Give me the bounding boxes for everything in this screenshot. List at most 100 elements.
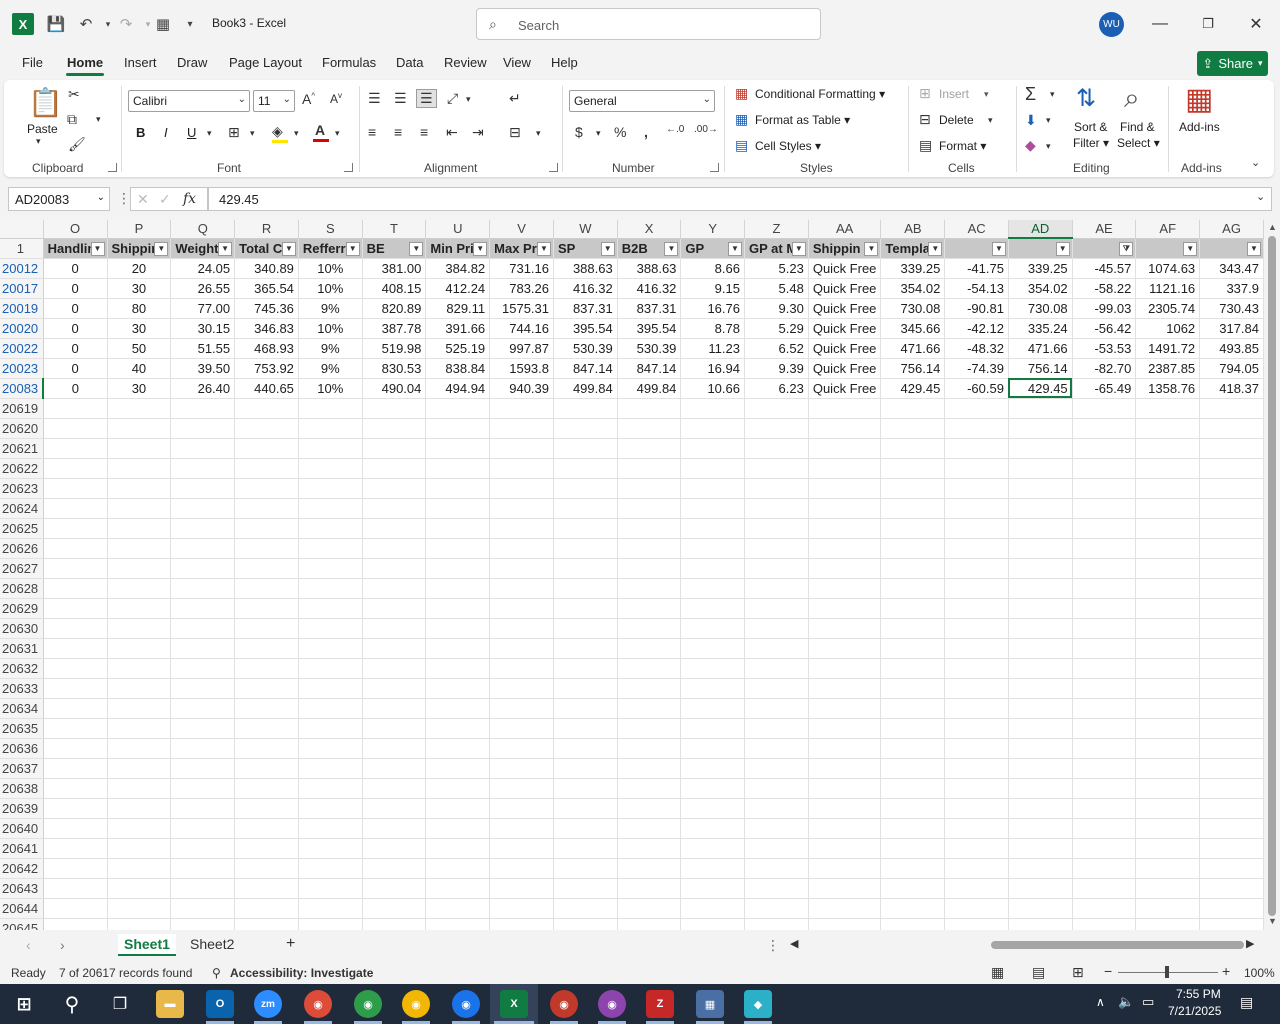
cell[interactable] xyxy=(489,438,554,459)
row-header[interactable]: 20644 xyxy=(0,898,44,919)
cell[interactable] xyxy=(617,538,682,559)
cell[interactable] xyxy=(744,518,809,539)
table-header-cell[interactable]: Templat ▼ xyxy=(880,238,946,259)
cell[interactable] xyxy=(680,458,745,479)
cell[interactable] xyxy=(944,538,1009,559)
clock-date[interactable]: 7/21/2025 xyxy=(1168,1004,1221,1018)
cell[interactable] xyxy=(298,858,363,879)
cell[interactable] xyxy=(617,758,682,779)
undo-icon[interactable]: ↶ xyxy=(74,12,98,36)
cell[interactable] xyxy=(425,438,491,459)
windows-start-icon[interactable]: ⊞ xyxy=(10,990,38,1018)
cell[interactable] xyxy=(1135,558,1201,579)
cell[interactable] xyxy=(170,678,236,699)
copy-dropdown-icon[interactable]: ▾ xyxy=(96,114,101,125)
cell[interactable] xyxy=(553,638,618,659)
font-launcher-icon[interactable] xyxy=(344,163,353,172)
cell[interactable] xyxy=(362,558,427,579)
row-header[interactable]: 20023 xyxy=(0,358,44,379)
cell[interactable] xyxy=(744,618,809,639)
cell[interactable] xyxy=(1072,518,1137,539)
cell[interactable] xyxy=(1008,818,1073,839)
cell[interactable] xyxy=(617,438,682,459)
cell[interactable] xyxy=(880,578,946,599)
cell[interactable] xyxy=(1072,478,1137,499)
cell[interactable]: 16.76 xyxy=(680,298,745,319)
vertical-scrollbar[interactable]: ▲ ▼ xyxy=(1264,220,1280,930)
cell[interactable] xyxy=(1008,878,1073,899)
cell[interactable] xyxy=(808,478,882,499)
cell[interactable]: Quick Free xyxy=(808,358,882,379)
cell[interactable] xyxy=(234,558,299,579)
cell[interactable]: 2387.85 xyxy=(1135,358,1201,379)
cell[interactable] xyxy=(808,498,882,519)
cell[interactable] xyxy=(1072,738,1137,759)
cell[interactable] xyxy=(425,418,491,439)
cell[interactable]: 6.23 xyxy=(744,378,809,399)
scroll-thumb[interactable] xyxy=(1268,236,1276,916)
cell[interactable] xyxy=(880,918,946,930)
cell[interactable] xyxy=(1199,598,1264,619)
cell[interactable] xyxy=(234,838,299,859)
tab-review[interactable]: Review xyxy=(444,55,487,70)
cell[interactable] xyxy=(1199,438,1264,459)
currency-dropdown-icon[interactable]: ▾ xyxy=(596,128,601,139)
cell[interactable] xyxy=(362,638,427,659)
cell[interactable] xyxy=(234,418,299,439)
table-header-cell[interactable]: ▼ xyxy=(944,238,1009,259)
cell[interactable] xyxy=(1199,718,1264,739)
cell[interactable]: 80 xyxy=(107,298,172,319)
cell[interactable] xyxy=(1199,418,1264,439)
cell[interactable] xyxy=(43,818,108,839)
column-header-p[interactable]: P xyxy=(107,220,172,239)
cell[interactable] xyxy=(617,738,682,759)
cell[interactable] xyxy=(617,918,682,930)
cell[interactable]: 9.30 xyxy=(744,298,809,319)
cell[interactable] xyxy=(944,678,1009,699)
cell[interactable] xyxy=(425,918,491,930)
cell[interactable] xyxy=(43,558,108,579)
cell[interactable] xyxy=(944,558,1009,579)
cell[interactable] xyxy=(170,538,236,559)
cell[interactable]: 1121.16 xyxy=(1135,278,1201,299)
cell[interactable] xyxy=(1199,558,1264,579)
cell[interactable] xyxy=(170,578,236,599)
cell[interactable] xyxy=(1008,478,1073,499)
cell[interactable] xyxy=(1072,498,1137,519)
cell[interactable]: -65.49 xyxy=(1072,378,1137,399)
cell[interactable]: 408.15 xyxy=(362,278,427,299)
cell[interactable] xyxy=(744,678,809,699)
cell[interactable] xyxy=(1199,918,1264,930)
cell[interactable] xyxy=(1072,438,1137,459)
paste-button[interactable]: Paste xyxy=(27,122,58,136)
cell[interactable]: 756.14 xyxy=(880,358,946,379)
row-header[interactable]: 20622 xyxy=(0,458,44,479)
cell[interactable] xyxy=(944,438,1009,459)
cell[interactable] xyxy=(944,838,1009,859)
cell[interactable] xyxy=(43,878,108,899)
cell[interactable] xyxy=(43,718,108,739)
cell[interactable]: 345.66 xyxy=(880,318,946,339)
cell[interactable] xyxy=(744,758,809,779)
cell[interactable] xyxy=(808,858,882,879)
cell[interactable] xyxy=(1072,598,1137,619)
cell[interactable] xyxy=(617,878,682,899)
zoom-slider-thumb[interactable] xyxy=(1165,966,1169,978)
cell[interactable] xyxy=(1072,818,1137,839)
cell[interactable]: -56.42 xyxy=(1072,318,1137,339)
cell[interactable]: 494.94 xyxy=(425,378,491,399)
cell[interactable]: 10% xyxy=(298,278,363,299)
merge-dropdown-icon[interactable]: ▾ xyxy=(536,128,541,139)
cell[interactable] xyxy=(1072,558,1137,579)
cell[interactable] xyxy=(425,598,491,619)
format-painter-icon[interactable]: 🖌 xyxy=(68,136,86,153)
filter-dropdown-icon[interactable]: ▼ xyxy=(473,241,488,256)
cell[interactable] xyxy=(617,418,682,439)
cell[interactable] xyxy=(1199,398,1264,419)
cell[interactable] xyxy=(298,778,363,799)
cell[interactable] xyxy=(170,918,236,930)
cell[interactable] xyxy=(107,398,172,419)
fill-color-dropdown-icon[interactable]: ▾ xyxy=(294,128,299,139)
alignment-launcher-icon[interactable] xyxy=(549,163,558,172)
cell[interactable] xyxy=(1199,738,1264,759)
